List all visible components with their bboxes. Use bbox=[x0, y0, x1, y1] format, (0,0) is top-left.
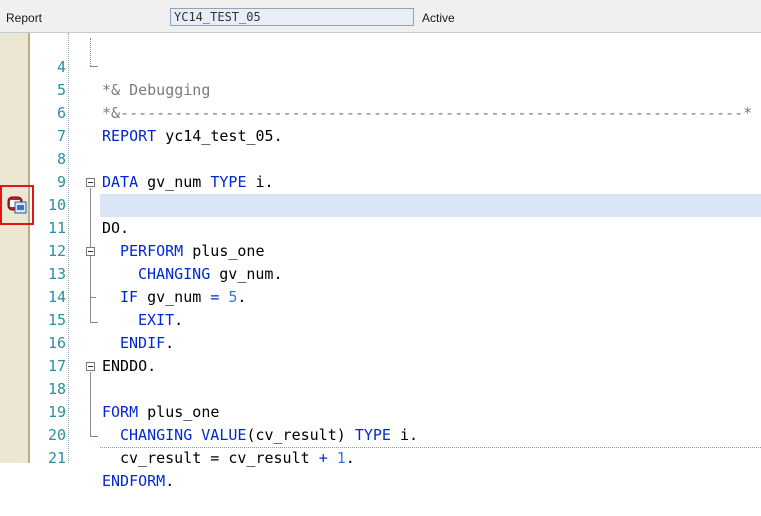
code-line: 10 DO. bbox=[0, 171, 761, 237]
number-literal: 1 bbox=[336, 449, 346, 467]
code-line: 4 *& Debugging bbox=[0, 33, 761, 99]
line-number: 21 bbox=[47, 449, 66, 467]
program-name-field[interactable]: YC14_TEST_05 bbox=[170, 8, 414, 26]
code-line: 12 CHANGING gv_num. bbox=[0, 217, 761, 283]
operator: + bbox=[318, 449, 328, 467]
code-line: 19 CHANGING VALUE(cv_result) TYPE i. bbox=[0, 378, 761, 444]
code-line: 21 ENDFORM. bbox=[0, 424, 761, 490]
program-type-label: Report bbox=[6, 11, 43, 25]
code-line: 9 bbox=[0, 148, 761, 191]
code-line: 20 cv_result = cv_result + 1. bbox=[0, 401, 761, 467]
editor-header: Report YC14_TEST_05 Active bbox=[0, 0, 761, 33]
status-label: Active bbox=[422, 11, 455, 25]
code-line: 13 IF gv_num = 5. bbox=[0, 240, 761, 306]
code-line: 16 ENDDO. bbox=[0, 309, 761, 375]
code-line: 5 *&------------------------------------… bbox=[0, 56, 761, 122]
code-line: 6 REPORT yc14_test_05. bbox=[0, 79, 761, 145]
keyword: ENDFORM bbox=[102, 472, 166, 490]
code-line: 7 bbox=[0, 102, 761, 145]
code-text: . bbox=[165, 472, 175, 490]
code-line: 14 EXIT. bbox=[0, 263, 761, 329]
code-line: 8 DATA gv_num TYPE i. bbox=[0, 125, 761, 191]
code-line: 17 bbox=[0, 332, 761, 375]
code-text: cv_result = cv_result bbox=[120, 449, 319, 467]
code-text: . bbox=[345, 449, 355, 467]
abap-code-editor[interactable]: 4 *& Debugging 5 *&---------------------… bbox=[0, 33, 761, 490]
code-line: 15 ENDIF. bbox=[0, 286, 761, 352]
code-line: 18 FORM plus_one bbox=[0, 355, 761, 421]
code-line-current: 11 PERFORM plus_one bbox=[0, 194, 761, 260]
